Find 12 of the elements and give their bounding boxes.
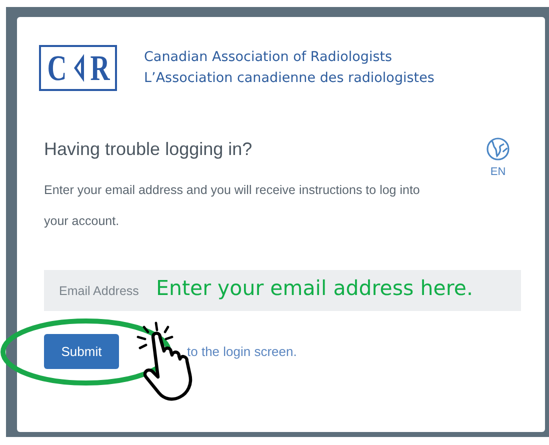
globe-icon[interactable] bbox=[486, 137, 510, 161]
language-label[interactable]: EN bbox=[490, 166, 506, 178]
organization-name: Canadian Association of Radiologists bbox=[144, 48, 394, 67]
logo-letter: C bbox=[46, 49, 66, 87]
page-heading: Having trouble logging in? bbox=[44, 138, 254, 161]
logo-letter: R bbox=[90, 49, 110, 87]
organization-name: L’Association canadienne des radiologistes bbox=[144, 69, 434, 88]
submit-button[interactable]: Submit bbox=[44, 334, 119, 369]
triangle-icon bbox=[72, 52, 84, 84]
login-link[interactable]: to the login screen. bbox=[187, 344, 297, 359]
annotation-text: Enter your email address here. bbox=[156, 276, 473, 300]
instructions-text: Enter your email address and you will receive instructions to log into your account. bbox=[44, 182, 421, 230]
